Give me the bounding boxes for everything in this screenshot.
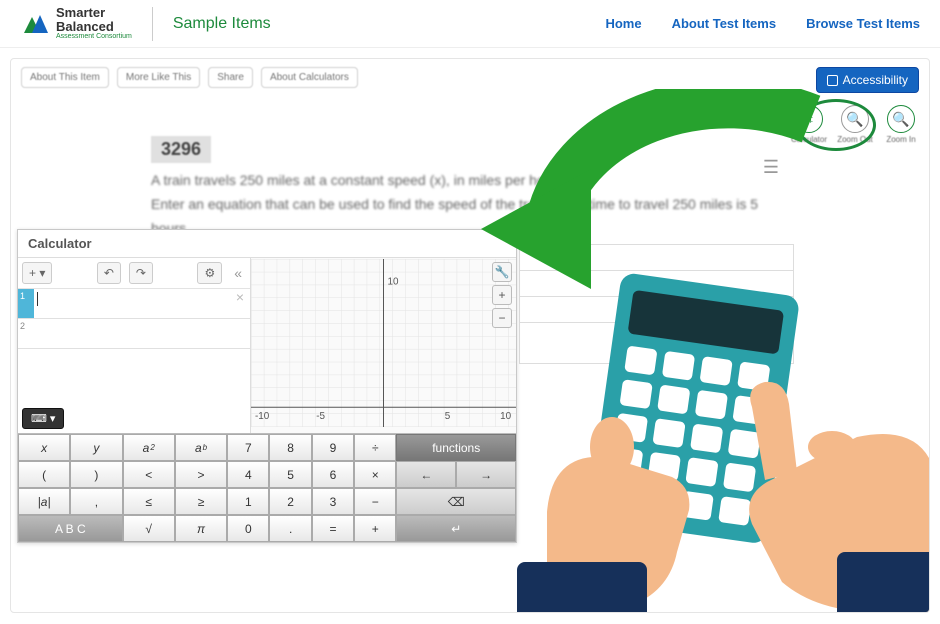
tool-strip: ⌗ Calculator 🔍 Zoom Out 🔍 Zoom In — [791, 105, 919, 144]
question-block: 3296 A train travels 250 miles at a cons… — [151, 136, 791, 240]
hamburger-icon[interactable]: ☰ — [763, 157, 779, 178]
key-enter[interactable]: ↵ — [396, 515, 516, 542]
content-frame: About This Item More Like This Share Abo… — [10, 58, 930, 613]
zoom-in-icon: 🔍 — [892, 111, 909, 128]
collapse-sidebar-icon[interactable]: « — [230, 265, 246, 281]
calculator-icon: ⌗ — [805, 111, 813, 128]
logo-icon — [20, 9, 50, 39]
key-rparen[interactable]: ) — [70, 461, 122, 488]
key-8[interactable]: 8 — [269, 434, 311, 461]
key-pow[interactable]: ab — [175, 434, 227, 461]
question-number: 3296 — [151, 136, 211, 163]
item-toolbar: About This Item More Like This Share Abo… — [11, 59, 929, 96]
key-abs[interactable]: |a| — [18, 488, 70, 515]
accessibility-button[interactable]: Accessibility — [816, 67, 919, 93]
functions-button[interactable]: functions — [396, 434, 516, 461]
logo: Smarter Balanced Assessment Consortium — [20, 6, 132, 41]
key-eq[interactable]: = — [312, 515, 354, 542]
tool-zoom-out[interactable]: 🔍 Zoom Out — [837, 105, 873, 144]
key-7[interactable]: 7 — [227, 434, 269, 461]
key-right[interactable]: → — [456, 461, 516, 488]
key-x[interactable]: x — [18, 434, 70, 461]
key-6[interactable]: 6 — [312, 461, 354, 488]
key-0[interactable]: 0 — [227, 515, 269, 542]
expression-row-1[interactable]: 1 × — [18, 289, 250, 319]
logo-line1: Smarter — [56, 6, 132, 20]
key-9[interactable]: 9 — [312, 434, 354, 461]
key-plus[interactable]: + — [354, 515, 396, 542]
key-5[interactable]: 5 — [269, 461, 311, 488]
keypad: x y a2 ab ( ) < > |a| , ≤ ≥ A B C √ π 7 … — [18, 433, 516, 542]
key-gt[interactable]: > — [175, 461, 227, 488]
question-line1: A train travels 250 miles at a constant … — [151, 169, 791, 193]
nav-about[interactable]: About Test Items — [672, 16, 777, 31]
key-lparen[interactable]: ( — [18, 461, 70, 488]
redo-button[interactable]: ↷ — [129, 262, 153, 284]
key-sqrt[interactable]: √ — [123, 515, 175, 542]
key-mul[interactable]: × — [354, 461, 396, 488]
key-abc[interactable]: A B C — [18, 515, 123, 542]
accessibility-icon — [827, 75, 838, 86]
keyboard-toggle-button[interactable]: ⌨ ▾ — [22, 408, 64, 429]
key-lt[interactable]: < — [123, 461, 175, 488]
settings-button[interactable]: ⚙ — [197, 262, 222, 284]
pill-about-item[interactable]: About This Item — [21, 67, 109, 88]
key-4[interactable]: 4 — [227, 461, 269, 488]
logo-line3: Assessment Consortium — [56, 33, 132, 40]
page-brand: Sample Items — [173, 15, 271, 33]
tool-zoom-in[interactable]: 🔍 Zoom In — [883, 105, 919, 144]
answer-box[interactable] — [519, 244, 794, 364]
key-sq[interactable]: a2 — [123, 434, 175, 461]
pill-share[interactable]: Share — [208, 67, 253, 88]
key-ge[interactable]: ≥ — [175, 488, 227, 515]
graph-zoom-in-icon[interactable]: + — [492, 285, 512, 305]
key-div[interactable]: ÷ — [354, 434, 396, 461]
svg-text:10: 10 — [387, 277, 398, 288]
divider — [152, 7, 153, 41]
app-header: Smarter Balanced Assessment Consortium S… — [0, 0, 940, 48]
key-pi[interactable]: π — [175, 515, 227, 542]
key-3[interactable]: 3 — [312, 488, 354, 515]
nav-browse[interactable]: Browse Test Items — [806, 16, 920, 31]
key-minus[interactable]: − — [354, 488, 396, 515]
zoom-out-icon: 🔍 — [846, 111, 863, 128]
key-y[interactable]: y — [70, 434, 122, 461]
graph-settings-icon[interactable]: 🔧 — [492, 262, 512, 282]
graph-zoom-out-icon[interactable]: − — [492, 308, 512, 328]
undo-button[interactable]: ↶ — [97, 262, 121, 284]
key-le[interactable]: ≤ — [123, 488, 175, 515]
svg-text:-5: -5 — [316, 411, 325, 422]
nav-home[interactable]: Home — [605, 16, 641, 31]
key-2[interactable]: 2 — [269, 488, 311, 515]
key-dot[interactable]: . — [269, 515, 311, 542]
calculator-panel: Calculator + ▾ ↶ ↷ ⚙ « 1 × — [17, 229, 517, 543]
svg-text:5: 5 — [445, 411, 451, 422]
add-expression-button[interactable]: + ▾ — [22, 262, 52, 284]
logo-line2: Balanced — [56, 20, 132, 34]
svg-text:10: 10 — [500, 411, 511, 422]
pill-about-calcs[interactable]: About Calculators — [261, 67, 358, 88]
calculator-title: Calculator — [18, 230, 516, 258]
graph-area[interactable]: 10 -10 -5 5 10 🔧 + − — [250, 258, 516, 433]
key-left[interactable]: ← — [396, 461, 456, 488]
key-comma[interactable]: , — [70, 488, 122, 515]
expression-row-2[interactable]: 2 — [18, 319, 250, 349]
key-backspace[interactable]: ⌫ — [396, 488, 516, 515]
clear-row-icon[interactable]: × — [230, 289, 250, 318]
tool-calculator[interactable]: ⌗ Calculator — [791, 105, 827, 144]
svg-text:-10: -10 — [255, 411, 270, 422]
key-1[interactable]: 1 — [227, 488, 269, 515]
pill-more-like[interactable]: More Like This — [117, 67, 200, 88]
